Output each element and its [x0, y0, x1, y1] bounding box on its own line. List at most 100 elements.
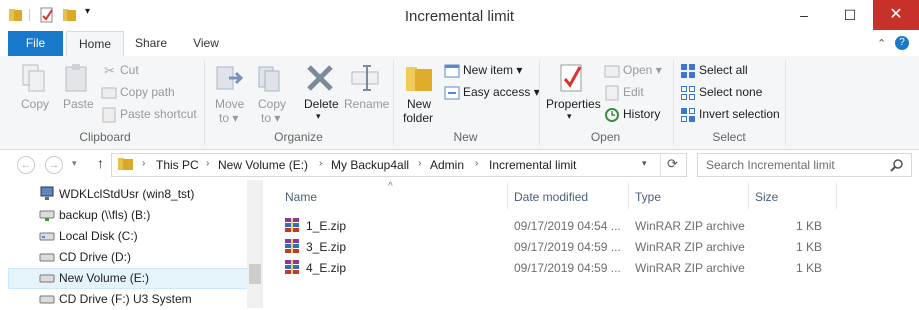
address-bar[interactable]: › This PC › New Volume (E:) › My Backup4…	[111, 153, 687, 177]
file-type: WinRAR ZIP archive	[635, 261, 745, 275]
history-icon	[605, 108, 619, 122]
select-none-icon	[681, 86, 695, 100]
address-dropdown-button[interactable]: ▾	[642, 158, 647, 169]
breadcrumb-incremental-limit[interactable]: Incremental limit	[489, 158, 576, 172]
drive-icon	[39, 274, 55, 283]
file-row[interactable]: 1_E.zip 09/17/2019 04:54 ... WinRAR ZIP …	[280, 215, 840, 236]
title-bar: ▾ Incremental limit – ☐ ✕	[0, 0, 919, 31]
invert-selection-button[interactable]: Invert selection	[699, 107, 780, 121]
breadcrumb-new-volume[interactable]: New Volume (E:)	[218, 158, 308, 172]
maximize-button[interactable]: ☐	[827, 0, 873, 30]
help-icon[interactable]: ?	[895, 36, 909, 50]
tab-share[interactable]: Share	[126, 31, 176, 56]
file-row[interactable]: 4_E.zip 09/17/2019 04:59 ... WinRAR ZIP …	[280, 257, 840, 278]
search-placeholder: Search Incremental limit	[706, 158, 835, 172]
delete-icon	[307, 65, 333, 91]
nav-scrollbar-thumb[interactable]	[249, 264, 261, 284]
column-divider[interactable]	[748, 183, 749, 209]
tab-view[interactable]: View	[182, 31, 230, 56]
nav-item-local-disk[interactable]: Local Disk (C:)	[8, 226, 246, 247]
sort-arrow-icon: ^	[388, 181, 393, 192]
select-none-button[interactable]: Select none	[699, 85, 762, 99]
nav-item-backup[interactable]: backup (\\fls) (B:)	[8, 205, 246, 226]
copy-to-button[interactable]: Copy	[258, 97, 286, 111]
folder-icon	[118, 158, 133, 170]
file-name: 1_E.zip	[306, 219, 347, 233]
move-to-icon	[216, 66, 244, 90]
move-to-button[interactable]: Move	[215, 97, 244, 111]
new-item-icon	[444, 64, 460, 78]
zip-archive-icon	[285, 218, 299, 232]
column-header-type[interactable]: Type	[635, 190, 661, 204]
delete-arrow[interactable]: ▾	[316, 111, 321, 122]
nav-scrollbar[interactable]	[247, 180, 263, 308]
copy-button[interactable]: Copy	[21, 97, 49, 111]
easy-access-button[interactable]: Easy access ▾	[463, 85, 540, 99]
cut-button[interactable]: Cut	[120, 63, 139, 77]
organize-group-label: Organize	[274, 130, 323, 144]
tab-file[interactable]: File	[8, 31, 63, 56]
delete-button[interactable]: Delete	[304, 97, 339, 111]
paste-button[interactable]: Paste	[63, 97, 94, 111]
select-all-icon	[681, 64, 695, 78]
rename-icon	[351, 65, 379, 91]
column-divider[interactable]	[628, 183, 629, 209]
copy-to-icon	[258, 66, 280, 92]
forward-button[interactable]: →	[45, 156, 63, 174]
collapse-ribbon-icon[interactable]: ⌃	[877, 37, 886, 50]
zip-archive-icon	[285, 260, 299, 274]
nav-item-wdklclstdusr[interactable]: WDKLclStdUsr (win8_tst)	[8, 184, 246, 205]
edit-button[interactable]: Edit	[623, 85, 644, 99]
new-folder-icon	[406, 67, 432, 91]
file-row[interactable]: 3_E.zip 09/17/2019 04:59 ... WinRAR ZIP …	[280, 236, 840, 257]
properties-button[interactable]: Properties	[546, 97, 601, 111]
column-header-size[interactable]: Size	[755, 190, 778, 204]
back-button[interactable]: ←	[17, 156, 35, 174]
file-size: 1 KB	[795, 219, 822, 233]
column-header-date[interactable]: Date modified	[514, 190, 588, 204]
up-button[interactable]: ↑	[97, 155, 104, 171]
new-folder-button[interactable]: New	[407, 97, 431, 111]
copy-path-button[interactable]: Copy path	[120, 85, 175, 99]
file-name: 4_E.zip	[306, 261, 347, 275]
nav-item-new-volume[interactable]: New Volume (E:)	[8, 268, 248, 289]
network-drive-icon	[39, 210, 55, 221]
file-date: 09/17/2019 04:59 ...	[514, 240, 621, 254]
paste-icon	[65, 64, 87, 92]
navigation-pane: WDKLclStdUsr (win8_tst) backup (\\fls) (…	[0, 180, 263, 308]
nav-item-cd-drive-d[interactable]: CD Drive (D:)	[8, 247, 246, 268]
cd-drive-icon	[39, 253, 55, 262]
new-folder-button-line2: folder	[403, 111, 434, 125]
paste-shortcut-button[interactable]: Paste shortcut	[120, 107, 197, 121]
clipboard-group-label: Clipboard	[79, 130, 131, 144]
search-icon[interactable]	[890, 158, 904, 172]
new-item-button[interactable]: New item ▾	[463, 63, 522, 77]
tab-home[interactable]: Home	[66, 31, 124, 58]
select-group-label: Select	[712, 130, 746, 144]
nav-item-cd-drive-f[interactable]: CD Drive (F:) U3 System	[8, 289, 246, 310]
open-group-label: Open	[590, 130, 621, 144]
ribbon-tabs: File Home Share View ⌃ ?	[0, 31, 919, 58]
new-group-label: New	[453, 130, 478, 144]
column-divider[interactable]	[836, 183, 837, 209]
refresh-button[interactable]: ⟳	[667, 156, 678, 172]
network-computer-icon	[40, 186, 54, 200]
breadcrumb-admin[interactable]: Admin	[430, 158, 464, 172]
properties-arrow[interactable]: ▾	[567, 111, 572, 122]
close-button[interactable]: ✕	[873, 0, 919, 30]
select-all-button[interactable]: Select all	[699, 63, 748, 77]
history-button[interactable]: History	[623, 107, 660, 121]
recent-locations-button[interactable]: ▾	[72, 158, 77, 169]
breadcrumb-this-pc[interactable]: This PC	[156, 158, 199, 172]
rename-button[interactable]: Rename	[344, 97, 389, 111]
open-button[interactable]: Open ▾	[623, 63, 662, 77]
file-size: 1 KB	[795, 261, 822, 275]
column-header-name[interactable]: Name	[285, 190, 317, 204]
column-divider[interactable]	[507, 183, 508, 209]
breadcrumb-my-backup4all[interactable]: My Backup4all	[331, 158, 409, 172]
file-type: WinRAR ZIP archive	[635, 240, 745, 254]
search-input[interactable]: Search Incremental limit	[697, 153, 912, 177]
invert-selection-icon	[681, 108, 695, 122]
minimize-button[interactable]: –	[781, 0, 827, 30]
properties-icon	[560, 64, 582, 92]
